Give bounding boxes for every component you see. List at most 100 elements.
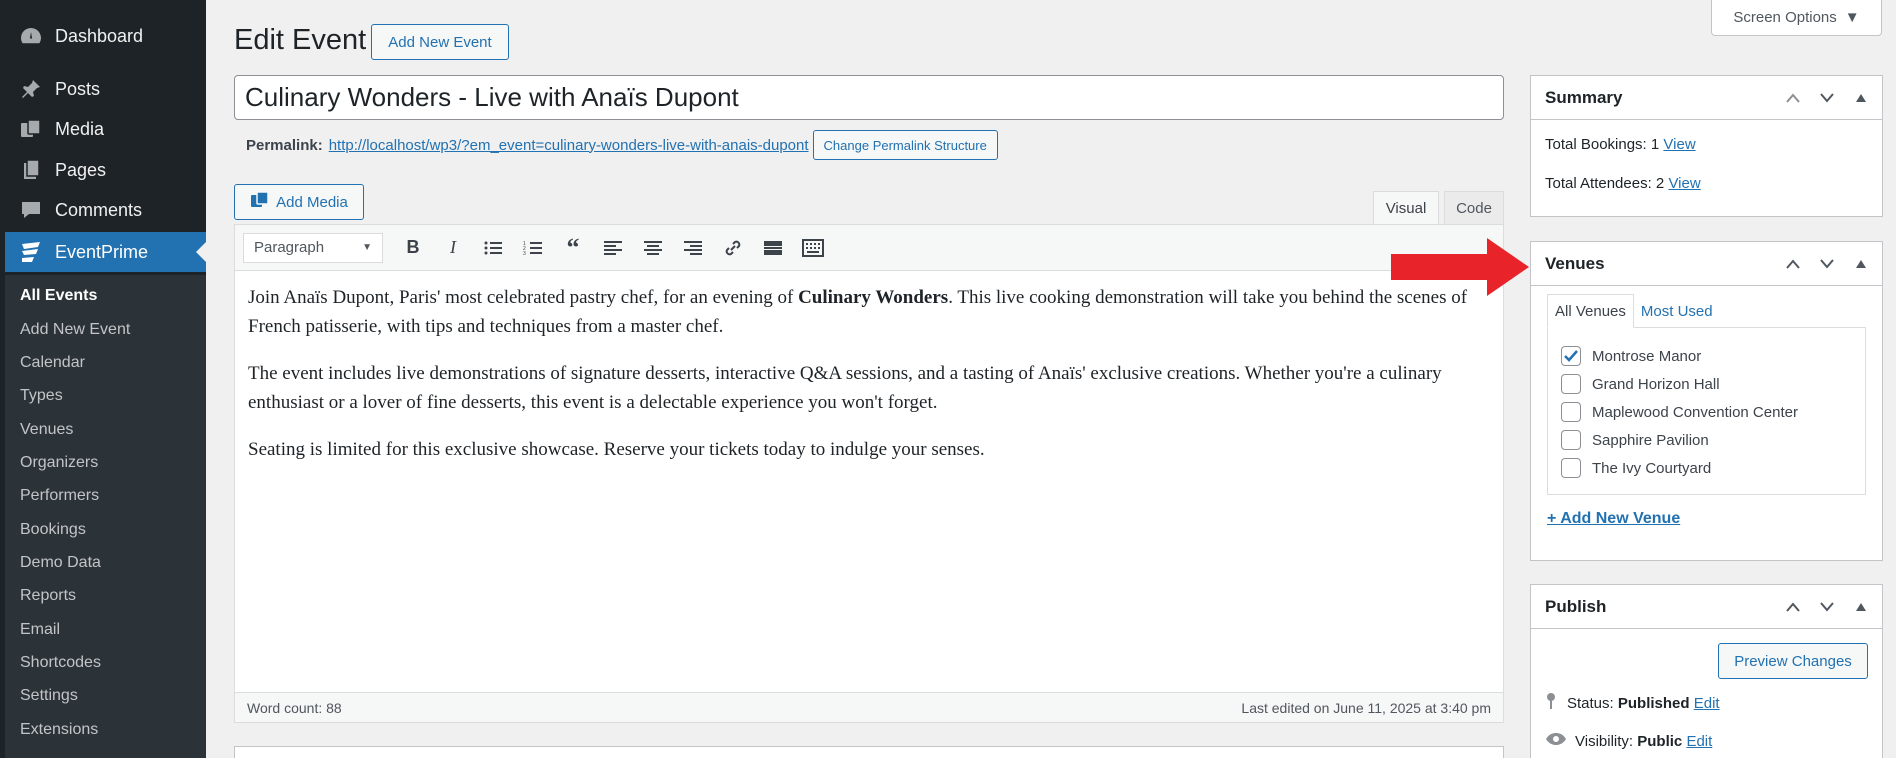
tab-most-used[interactable]: Most Used: [1634, 294, 1720, 328]
bullet-list-icon[interactable]: [473, 231, 513, 265]
submenu-item[interactable]: Email: [20, 621, 60, 639]
numbered-list-icon[interactable]: 123: [513, 231, 553, 265]
eye-icon: [1545, 732, 1567, 750]
add-new-event-button[interactable]: Add New Event: [371, 24, 509, 60]
status-row: Status: Published Edit: [1545, 692, 1720, 714]
pin-icon: [18, 78, 44, 100]
screen-options-button[interactable]: Screen Options ▼: [1711, 0, 1882, 36]
toggle-panel-icon[interactable]: [1848, 251, 1874, 277]
venue-checklist: Montrose Manor Grand Horizon Hall Maplew…: [1547, 327, 1866, 495]
chevron-up-icon[interactable]: [1780, 594, 1806, 620]
add-media-icon: [250, 191, 270, 213]
caret-down-icon: ▼: [362, 242, 372, 253]
checkbox[interactable]: [1561, 430, 1581, 450]
align-right-icon[interactable]: [673, 231, 713, 265]
publish-header[interactable]: Publish: [1531, 585, 1882, 629]
event-title-input[interactable]: Culinary Wonders - Live with Anaïs Dupon…: [234, 75, 1504, 120]
permalink-link[interactable]: http://localhost/wp3/?em_event=culinary-…: [329, 137, 809, 154]
chevron-down-icon[interactable]: [1814, 85, 1840, 111]
blockquote-icon[interactable]: “: [553, 231, 593, 265]
menu-pages[interactable]: Pages: [5, 151, 206, 189]
venues-title: Venues: [1545, 253, 1605, 273]
dashboard-icon: [18, 25, 44, 47]
venue-label: Grand Horizon Hall: [1592, 375, 1720, 393]
align-center-icon[interactable]: [633, 231, 673, 265]
next-metabox: [234, 746, 1504, 758]
submenu-item[interactable]: Settings: [20, 687, 78, 705]
submenu-item[interactable]: Performers: [20, 487, 99, 505]
checkbox[interactable]: [1561, 458, 1581, 478]
tab-all-venues[interactable]: All Venues: [1547, 294, 1634, 328]
read-more-icon[interactable]: [753, 231, 793, 265]
view-bookings-link[interactable]: View: [1663, 136, 1695, 153]
chevron-down-icon[interactable]: [1814, 251, 1840, 277]
menu-label: Comments: [55, 199, 143, 220]
page-title: Edit Event: [234, 24, 367, 56]
align-left-icon[interactable]: [593, 231, 633, 265]
editor-toolbar: Paragraph ▼ B I 123 “: [235, 225, 1503, 271]
permalink-row: Permalink: http://localhost/wp3/?em_even…: [246, 130, 998, 160]
submenu-item[interactable]: Extensions: [20, 721, 98, 739]
toolbar-toggle-icon[interactable]: [793, 231, 833, 265]
summary-header[interactable]: Summary: [1531, 76, 1882, 120]
toggle-panel-icon[interactable]: [1848, 85, 1874, 111]
caret-down-icon: ▼: [1844, 9, 1860, 26]
checkbox-checked[interactable]: [1561, 346, 1581, 366]
chevron-up-icon[interactable]: [1780, 85, 1806, 111]
venue-item[interactable]: Montrose Manor: [1548, 342, 1865, 370]
permalink-label: Permalink:: [246, 136, 323, 154]
venues-header[interactable]: Venues: [1531, 242, 1882, 286]
menu-dashboard[interactable]: Dashboard: [5, 17, 206, 55]
toggle-panel-icon[interactable]: [1848, 594, 1874, 620]
visibility-value: Public: [1637, 732, 1683, 750]
chevron-down-icon[interactable]: [1814, 594, 1840, 620]
menu-comments[interactable]: Comments: [5, 191, 206, 229]
comment-icon: [18, 199, 44, 221]
submenu-item[interactable]: Calendar: [20, 354, 85, 372]
editor-content[interactable]: Join Anaïs Dupont, Paris' most celebrate…: [248, 283, 1493, 482]
submenu-item[interactable]: All Events: [20, 287, 97, 305]
view-attendees-link[interactable]: View: [1668, 175, 1700, 192]
link-icon[interactable]: [713, 231, 753, 265]
tab-visual[interactable]: Visual: [1373, 191, 1439, 225]
submenu-item[interactable]: Add New Event: [20, 321, 130, 339]
preview-changes-button[interactable]: Preview Changes: [1718, 643, 1868, 679]
venue-item[interactable]: The Ivy Courtyard: [1548, 454, 1865, 482]
checkbox[interactable]: [1561, 402, 1581, 422]
summary-title: Summary: [1545, 87, 1623, 107]
status-value: Published: [1617, 694, 1690, 712]
edit-status-link[interactable]: Edit: [1694, 695, 1720, 712]
venue-item[interactable]: Maplewood Convention Center: [1548, 398, 1865, 426]
pages-icon: [18, 159, 44, 181]
total-attendees-label: Total Attendees: 2: [1545, 175, 1665, 192]
edit-visibility-link[interactable]: Edit: [1686, 733, 1712, 750]
menu-eventprime[interactable]: EventPrime: [5, 232, 206, 272]
venue-item[interactable]: Grand Horizon Hall: [1548, 370, 1865, 398]
eventprime-submenu: All Events Add New Event Calendar Types …: [5, 275, 206, 758]
format-select[interactable]: Paragraph ▼: [243, 232, 383, 263]
submenu-item[interactable]: Reports: [20, 587, 76, 605]
screen-options-label: Screen Options: [1733, 9, 1837, 26]
submenu-item[interactable]: Bookings: [20, 521, 86, 539]
add-media-label: Add Media: [276, 193, 348, 211]
menu-media[interactable]: Media: [5, 110, 206, 148]
submenu-item[interactable]: Types: [20, 387, 63, 405]
change-permalink-button[interactable]: Change Permalink Structure: [812, 130, 998, 160]
checkbox[interactable]: [1561, 374, 1581, 394]
paragraph-text: Join Anaïs Dupont, Paris' most celebrate…: [248, 287, 799, 308]
venue-item[interactable]: Sapphire Pavilion: [1548, 426, 1865, 454]
add-media-button[interactable]: Add Media: [234, 184, 364, 220]
tab-code[interactable]: Code: [1444, 191, 1504, 225]
submenu-item[interactable]: Demo Data: [20, 554, 101, 572]
submenu-item[interactable]: Organizers: [20, 454, 98, 472]
italic-icon[interactable]: I: [433, 231, 473, 265]
menu-posts[interactable]: Posts: [5, 70, 206, 108]
format-value: Paragraph: [254, 239, 325, 256]
submenu-item[interactable]: Venues: [20, 421, 73, 439]
eventprime-icon: [18, 241, 44, 263]
venues-metabox: Venues All Venues Most Used Montrose Man…: [1530, 241, 1883, 561]
chevron-up-icon[interactable]: [1780, 251, 1806, 277]
bold-icon[interactable]: B: [393, 231, 433, 265]
add-new-venue-link[interactable]: + Add New Venue: [1547, 510, 1680, 528]
submenu-item[interactable]: Shortcodes: [20, 654, 101, 672]
